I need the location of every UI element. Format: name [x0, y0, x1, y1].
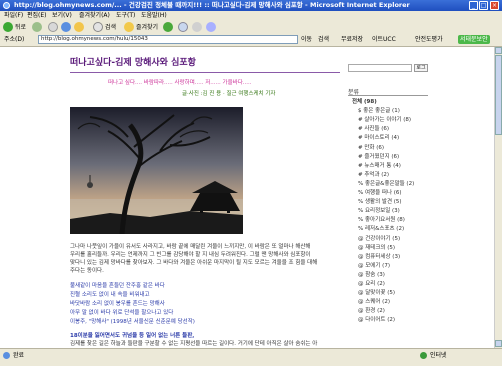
messenger-icon[interactable] — [206, 22, 216, 32]
caption-line: 주다는 동이다. — [70, 268, 104, 274]
address-label: 주소(D) — [4, 36, 25, 43]
category-item[interactable]: % 요리정보일 (3) — [358, 208, 400, 214]
scroll-thumb[interactable] — [495, 55, 502, 135]
mail-icon[interactable] — [178, 22, 188, 32]
category-item[interactable]: # 만화 (6) — [358, 145, 384, 151]
category-item[interactable]: 전체 (98) — [352, 99, 377, 105]
category-item[interactable]: @ 모에기 (7) — [358, 263, 390, 269]
poem-line: 바닷바람 소리 없이 봉우를 흔드는 망해사 — [70, 301, 165, 307]
category-item[interactable]: @ 요리 (2) — [358, 281, 385, 287]
forward-icon[interactable] — [32, 22, 42, 32]
caption-line: 맞다니 있는 김제 망바다를 찾아보자. 그 바다와 겨울은 아쉬운 마지막이 … — [70, 260, 318, 266]
category-item[interactable]: # 살아가는 이야기 (8) — [358, 117, 411, 123]
category-item[interactable]: # 마이스토리 (4) — [358, 135, 399, 141]
title-divider — [70, 72, 340, 73]
category-item[interactable]: % 좋은글&좋은말들 (2) — [358, 181, 414, 187]
search-icon[interactable] — [93, 22, 103, 32]
ext-free-button[interactable]: 무료저장 — [341, 35, 363, 44]
category-item[interactable]: $ 좋은 좋은글 (1) — [358, 108, 400, 114]
stop-icon[interactable] — [48, 22, 58, 32]
category-item[interactable]: @ 건강이야기 (5) — [358, 236, 400, 242]
vertical-scrollbar[interactable] — [494, 47, 502, 348]
caption-line: 우리를 홀리들까. 우리는 언제까지 그 빈그를 감당해야 할 지 내심 두려워… — [70, 252, 311, 258]
title-bar: http://blog.ohmynews.com/... - 건강검진 정체불 … — [0, 0, 502, 11]
caption-line: 그나마 나뭇잎이 가을이 유서도 사라지고, 바람 끝에 매달린 겨울이 느끼지… — [70, 244, 311, 250]
menu-help[interactable]: 도움말(H) — [141, 12, 167, 20]
ie-logo-icon — [3, 2, 10, 9]
poem-line: 아무 말 없이 바다 위로 단석을 찰으나고 있다 — [70, 310, 174, 316]
address-bar: 주소(D) http://blog.ohmynews.com/hulu/1504… — [0, 34, 502, 47]
menu-edit[interactable]: 편집(E) — [27, 12, 47, 20]
post-byline: 글·사진 :김 진 용 · 질근 여행스케치 기자 — [182, 91, 276, 97]
category-item[interactable]: % 여행을 떠나 (6) — [358, 190, 402, 196]
refresh-icon[interactable] — [61, 22, 71, 32]
ext-ucc-button[interactable]: 이트UCC — [372, 35, 396, 44]
window-title: http://blog.ohmynews.com/... - 건강검진 정체불 … — [14, 1, 410, 9]
post-photo — [70, 107, 243, 234]
menu-favorites[interactable]: 즐겨찾기(A) — [79, 12, 110, 20]
category-item[interactable]: # 즐거웠던지 (6) — [358, 154, 399, 160]
favorites-star-icon[interactable] — [124, 22, 134, 32]
internet-zone-icon — [420, 352, 427, 359]
sidebar-search-input[interactable] — [348, 64, 412, 72]
category-item[interactable]: @ 달맞이꽃 (5) — [358, 290, 395, 296]
post-title: 떠나고싶다-김제 망해사와 심포항 — [70, 58, 196, 68]
address-input[interactable]: http://blog.ohmynews.com/hulu/15043 — [38, 35, 298, 44]
back-icon[interactable] — [3, 22, 13, 32]
zone-text: 인터넷 — [430, 352, 447, 359]
home-icon[interactable] — [74, 22, 84, 32]
poem-line: 불새같이 마음을 흔들던 잔주홍 같은 바다 — [70, 283, 165, 289]
print-icon[interactable] — [192, 22, 202, 32]
category-item[interactable]: @ 스퀘어 (2) — [358, 299, 390, 305]
category-item[interactable]: % 좋아기요서원 (8) — [358, 217, 405, 223]
page-content: 떠나고싶다-김제 망해사와 심포항 떠나고 싶다.... 바람따라..... 사… — [0, 47, 494, 348]
category-item[interactable]: @ 참숨 (3) — [358, 272, 385, 278]
minimize-button[interactable]: _ — [469, 1, 478, 10]
status-bar: 완료 인터넷 — [0, 348, 502, 366]
category-item[interactable]: # 추억과 (2) — [358, 172, 389, 178]
section-heading: 18이분을 잃어면서도 귀넘을 등 일어 없는 너른 들판, — [70, 333, 195, 339]
poem-line: 진혈 소리도 없이 내 속을 비워내고 — [70, 292, 150, 298]
category-item[interactable]: @ 환경 (2) — [358, 308, 385, 314]
favorites-label[interactable]: 즐겨찾기 — [136, 23, 158, 32]
scroll-down-button[interactable] — [495, 340, 502, 347]
sidebar-search-button[interactable]: 로그 — [414, 64, 428, 72]
sunset-tree-photo — [70, 107, 243, 234]
maximize-button[interactable]: □ — [479, 1, 488, 10]
category-item[interactable]: % 생활의 발견 (5) — [358, 199, 402, 205]
menu-tools[interactable]: 도구(T) — [116, 12, 135, 20]
ext-security-button[interactable]: 서태문보안 — [458, 35, 490, 44]
category-item[interactable]: # 뉴스매거 통 (4) — [358, 163, 401, 169]
menu-view[interactable]: 보기(V) — [52, 12, 72, 20]
ext-search-button[interactable]: 검색 — [318, 35, 329, 44]
ext-safe-button[interactable]: 안전도평가 — [415, 35, 443, 44]
post-intro: 떠나고 싶다.... 바람따라..... 사랑하며..... 저...... 가… — [108, 80, 252, 86]
scroll-up-button[interactable] — [495, 47, 502, 54]
go-button[interactable]: 이동 — [301, 35, 312, 44]
poem-credit: 이봉주, "망해사" (1998년 서울신문 신춘문예 당선작) — [70, 319, 195, 325]
sidebar-divider — [348, 95, 428, 96]
category-item[interactable]: @ 다이어트 (2) — [358, 317, 395, 323]
category-item[interactable]: # 사진들 (6) — [358, 126, 389, 132]
search-label[interactable]: 검색 — [105, 23, 116, 32]
page-status-icon — [3, 352, 10, 359]
category-item[interactable]: @ 재테크의 (5) — [358, 245, 395, 251]
toolbar: 뒤로 검색 즐겨찾기 — [0, 21, 502, 35]
menu-file[interactable]: 파일(F) — [4, 12, 23, 20]
status-text: 완료 — [13, 352, 25, 359]
category-item[interactable]: % 레저&스포츠 (2) — [358, 226, 404, 232]
category-item[interactable]: @ 컴퓨터세상 (3) — [358, 254, 400, 260]
close-button[interactable]: × — [490, 1, 499, 10]
section-text: 김제를 찾은 길은 하늘과 들판을 구분할 수 없는 지평선을 따르는 길이다.… — [70, 341, 318, 347]
history-icon[interactable] — [163, 22, 173, 32]
back-label[interactable]: 뒤로 — [15, 23, 26, 32]
